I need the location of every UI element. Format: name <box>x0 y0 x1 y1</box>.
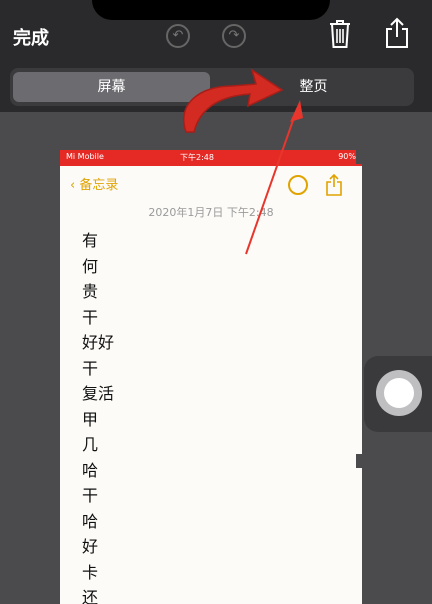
note-date: 2020年1月7日 下午2:48 <box>148 206 274 219</box>
collaborate-icon <box>288 175 308 195</box>
note-line: 贵 <box>82 282 99 301</box>
assistive-touch-ring <box>376 370 422 416</box>
note-line: 好好 <box>82 333 115 352</box>
note-line: 甲 <box>82 409 99 429</box>
assistive-touch-core <box>384 378 414 408</box>
note-line: 干 <box>82 307 99 327</box>
note-line: 还 <box>82 588 99 604</box>
note-line: 复活 <box>82 384 115 403</box>
preview-carrier: Mi Mobile <box>66 152 104 161</box>
note-line: 哈 <box>82 460 99 480</box>
notes-back-label: 备忘录 <box>79 178 119 193</box>
preview-share-icon <box>326 174 342 196</box>
segment-full-page[interactable]: 整页 <box>216 72 411 102</box>
note-line: 干 <box>82 486 99 505</box>
redo-icon[interactable]: ↷ <box>222 24 246 48</box>
top-toolbar: 完成 ↶ ↷ <box>0 0 432 66</box>
crop-handle[interactable] <box>356 150 364 164</box>
preview-time: 下午2:48 <box>180 153 214 162</box>
note-line: 卡 <box>82 562 99 582</box>
share-icon[interactable] <box>384 17 410 49</box>
note-line: 哈 <box>82 511 99 531</box>
crop-handle[interactable] <box>0 454 6 468</box>
assistive-touch-button[interactable] <box>364 356 432 432</box>
note-line: 好 <box>82 537 99 556</box>
done-button[interactable]: 完成 <box>13 24 49 50</box>
crop-handle[interactable] <box>356 454 364 468</box>
note-line: 干 <box>82 358 99 378</box>
note-body: 有何贵干好好干复活甲几哈干哈好卡还 <box>82 228 114 604</box>
undo-icon[interactable]: ↶ <box>166 24 190 48</box>
preview-status-bar: Mi Mobile 下午2:48 90% <box>60 150 362 166</box>
preview-battery: 90% <box>338 152 356 161</box>
crop-handle[interactable] <box>0 150 6 164</box>
full-page-preview: Mi Mobile 下午2:48 90% ‹ 备忘录 2020年1月7日 下午2… <box>60 150 362 604</box>
note-line: 何 <box>82 256 99 276</box>
note-line: 几 <box>82 435 99 454</box>
trash-icon[interactable] <box>328 19 352 49</box>
segment-screen[interactable]: 屏幕 <box>13 72 210 102</box>
note-line: 有 <box>82 231 99 250</box>
capture-mode-segmented-control: 屏幕 整页 <box>10 68 414 106</box>
notes-back-button: ‹ 备忘录 <box>70 178 119 193</box>
